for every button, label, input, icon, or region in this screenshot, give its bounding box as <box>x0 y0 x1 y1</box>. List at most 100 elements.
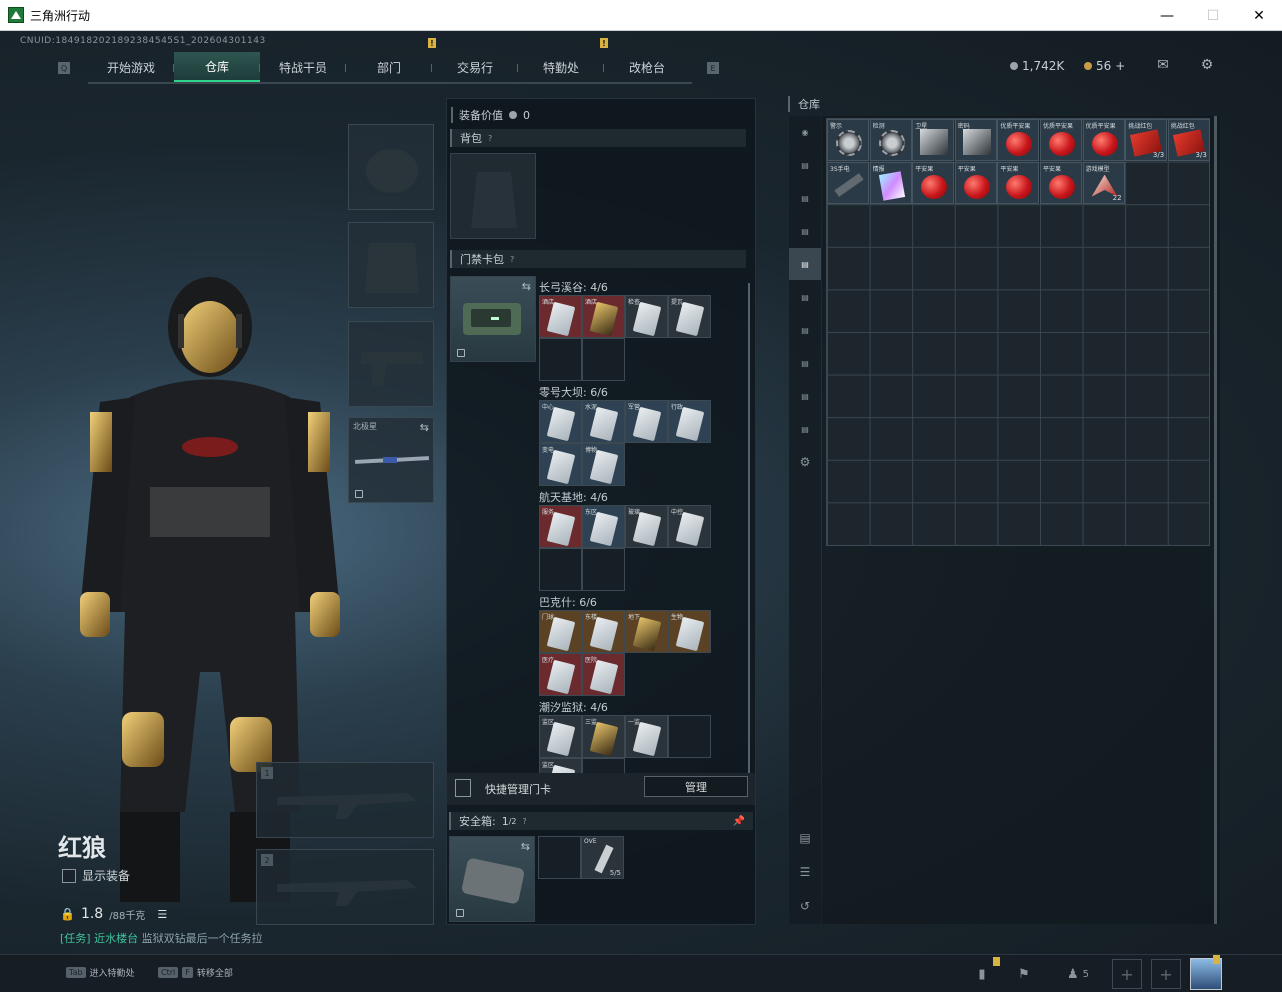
keycard-item[interactable]: 门球 <box>539 610 582 653</box>
tab-4[interactable]: 交易行 <box>432 52 518 82</box>
warehouse-page-8[interactable]: ▤ <box>789 380 821 412</box>
nav-prev-key[interactable]: Q <box>58 62 70 74</box>
backpack-slot[interactable] <box>450 153 536 239</box>
keycard-item[interactable]: 中控 <box>668 505 711 548</box>
keycard-empty-cell[interactable] <box>582 338 625 381</box>
keycard-empty-cell[interactable] <box>582 548 625 591</box>
minimize-button[interactable]: — <box>1144 0 1190 31</box>
warehouse-page-2[interactable]: ▤ <box>789 182 821 214</box>
tab-5[interactable]: 特勤处! <box>518 38 608 82</box>
keycard-empty-cell[interactable] <box>539 338 582 381</box>
invite-slot-2[interactable]: + <box>1151 959 1181 989</box>
warehouse-page-9[interactable]: ▤ <box>789 413 821 445</box>
pin-icon[interactable]: 📌 <box>733 816 745 827</box>
warehouse-item[interactable]: 平安果 <box>1040 161 1082 204</box>
settings-gear-icon[interactable]: ⚙ <box>1198 57 1216 73</box>
warehouse-item[interactable]: 平安果 <box>954 161 997 204</box>
warehouse-item[interactable]: 卫星 <box>912 119 955 161</box>
currency-coins[interactable]: 1,742K <box>1010 59 1064 73</box>
keycard-item[interactable]: 东区 <box>582 505 625 548</box>
keycard-item[interactable]: 检查 <box>625 295 668 338</box>
hint-transfer-all[interactable]: Ctrl F 转移全部 <box>158 966 233 979</box>
warehouse-sort-icon[interactable]: ▤ <box>789 822 821 854</box>
task-tracker[interactable]: [任务] 近水楼台 监狱双钻最后一个任务拉 <box>60 930 263 946</box>
nav-next-key[interactable]: E <box>707 62 719 74</box>
warehouse-item[interactable]: 警示 <box>827 119 869 161</box>
keycard-empty-cell[interactable] <box>668 715 711 758</box>
warehouse-page-6[interactable]: ▤ <box>789 314 821 346</box>
safebox-cell[interactable] <box>538 836 581 879</box>
warehouse-item[interactable]: 平安果 <box>997 161 1040 204</box>
manage-button[interactable]: 管理 <box>644 776 748 797</box>
keycard-item[interactable]: 水泥 <box>582 400 625 443</box>
warehouse-item[interactable]: 优质平安果 <box>997 119 1040 161</box>
warehouse-item[interactable]: 挑战红包 3/3 <box>1125 119 1168 161</box>
warehouse-page-1[interactable]: ▤ <box>789 149 821 181</box>
keycard-item[interactable]: 医疗 <box>539 653 582 696</box>
keycard-item[interactable]: 中心 <box>539 400 582 443</box>
keycard-item[interactable]: 医院 <box>582 653 625 696</box>
warehouse-item[interactable]: 检测 <box>869 119 912 161</box>
invite-slot-1[interactable]: + <box>1112 959 1142 989</box>
close-button[interactable]: ✕ <box>1236 0 1282 31</box>
tab-3[interactable]: 部门! <box>346 38 436 82</box>
warehouse-item[interactable]: 平安果 <box>912 161 955 204</box>
keycard-item[interactable]: 军营 <box>625 400 668 443</box>
tab-6[interactable]: 改枪台 <box>604 52 690 82</box>
keycard-empty-cell[interactable] <box>539 548 582 591</box>
keycard-item[interactable]: 东楼 <box>582 610 625 653</box>
keycard-item[interactable]: 地下 <box>625 610 668 653</box>
keycard-case-slot[interactable]: ⇆ <box>450 276 536 362</box>
keycard-item[interactable]: 三监 <box>582 715 625 758</box>
hint-enter-ops[interactable]: Tab 进入特勤处 <box>66 966 135 979</box>
keycard-item[interactable]: 行政 <box>668 400 711 443</box>
warehouse-item[interactable]: 密码 <box>954 119 997 161</box>
currency-premium[interactable]: 56 + <box>1084 59 1125 73</box>
warehouse-item[interactable]: 优质平安果 <box>1040 119 1082 161</box>
warehouse-helmet-filter-icon[interactable]: ◉ <box>789 116 821 148</box>
keycard-item[interactable]: 酒店 <box>582 295 625 338</box>
keycard-item[interactable]: 提瓦 <box>668 295 711 338</box>
keycard-item[interactable]: 博物 <box>582 443 625 486</box>
warehouse-item[interactable]: 3S手电 <box>827 161 869 204</box>
keycard-scrollbar[interactable] <box>748 283 750 773</box>
keycard-item[interactable]: 生物 <box>668 610 711 653</box>
tab-2[interactable]: 特战干员 <box>260 52 346 82</box>
warehouse-settings-icon[interactable]: ⚙ <box>789 446 821 478</box>
warehouse-item[interactable]: 情报 <box>869 161 912 204</box>
add-premium-button[interactable]: + <box>1115 59 1125 73</box>
flag-icon[interactable]: ⚑ <box>1014 963 1034 985</box>
warehouse-page-3[interactable]: ▤ <box>789 215 821 247</box>
weight-list-icon[interactable]: ☰ <box>157 908 167 921</box>
maximize-button[interactable]: ☐ <box>1190 0 1236 31</box>
swap-icon[interactable]: ⇆ <box>521 840 530 853</box>
warehouse-page-4[interactable]: ▤ <box>789 248 821 280</box>
keycard-item[interactable]: 监区 <box>539 715 582 758</box>
keycard-item[interactable]: 变电 <box>539 443 582 486</box>
warehouse-item[interactable]: 游戏模型 22 <box>1082 161 1125 204</box>
warehouse-grid[interactable]: 警示 检测 卫星 密码 优质平安果 优质平安果 优质平安果 挑战红包 3/3 挑战红包 3/3 3S手… <box>826 118 1210 546</box>
help-icon[interactable]: ? <box>523 817 527 826</box>
safebox-item[interactable]: OVE 5/5 <box>581 836 624 879</box>
primary-weapon-slot-1[interactable]: 1 <box>256 762 434 838</box>
tab-0[interactable]: 开始游戏 <box>88 52 174 82</box>
safebox-slot[interactable]: ⇆ <box>449 836 535 922</box>
mail-icon[interactable]: ✉ <box>1154 57 1172 73</box>
keycard-item[interactable]: 玻璃 <box>625 505 668 548</box>
warehouse-layers-icon[interactable]: ☰ <box>789 856 821 888</box>
pistol-slot[interactable] <box>348 321 434 407</box>
warehouse-item[interactable]: 优质平安果 <box>1082 119 1125 161</box>
keycard-item[interactable]: 酒店 <box>539 295 582 338</box>
show-equipment-checkbox[interactable] <box>62 868 76 883</box>
warehouse-tidy-icon[interactable]: ↺ <box>789 890 821 922</box>
warehouse-item[interactable]: 挑战红包 3/3 <box>1167 119 1210 161</box>
tab-1[interactable]: 仓库 <box>174 52 260 82</box>
warehouse-page-5[interactable]: ▤ <box>789 281 821 313</box>
friends-button[interactable]: ♟ 5 <box>1060 963 1096 985</box>
warehouse-page-7[interactable]: ▤ <box>789 347 821 379</box>
armor-slot[interactable] <box>348 222 434 308</box>
keycard-item[interactable]: 服务 <box>539 505 582 548</box>
melee-slot[interactable]: 北极星 ⇆ <box>348 417 434 503</box>
swap-icon[interactable]: ⇆ <box>522 280 531 293</box>
primary-weapon-slot-2[interactable]: 2 <box>256 849 434 925</box>
